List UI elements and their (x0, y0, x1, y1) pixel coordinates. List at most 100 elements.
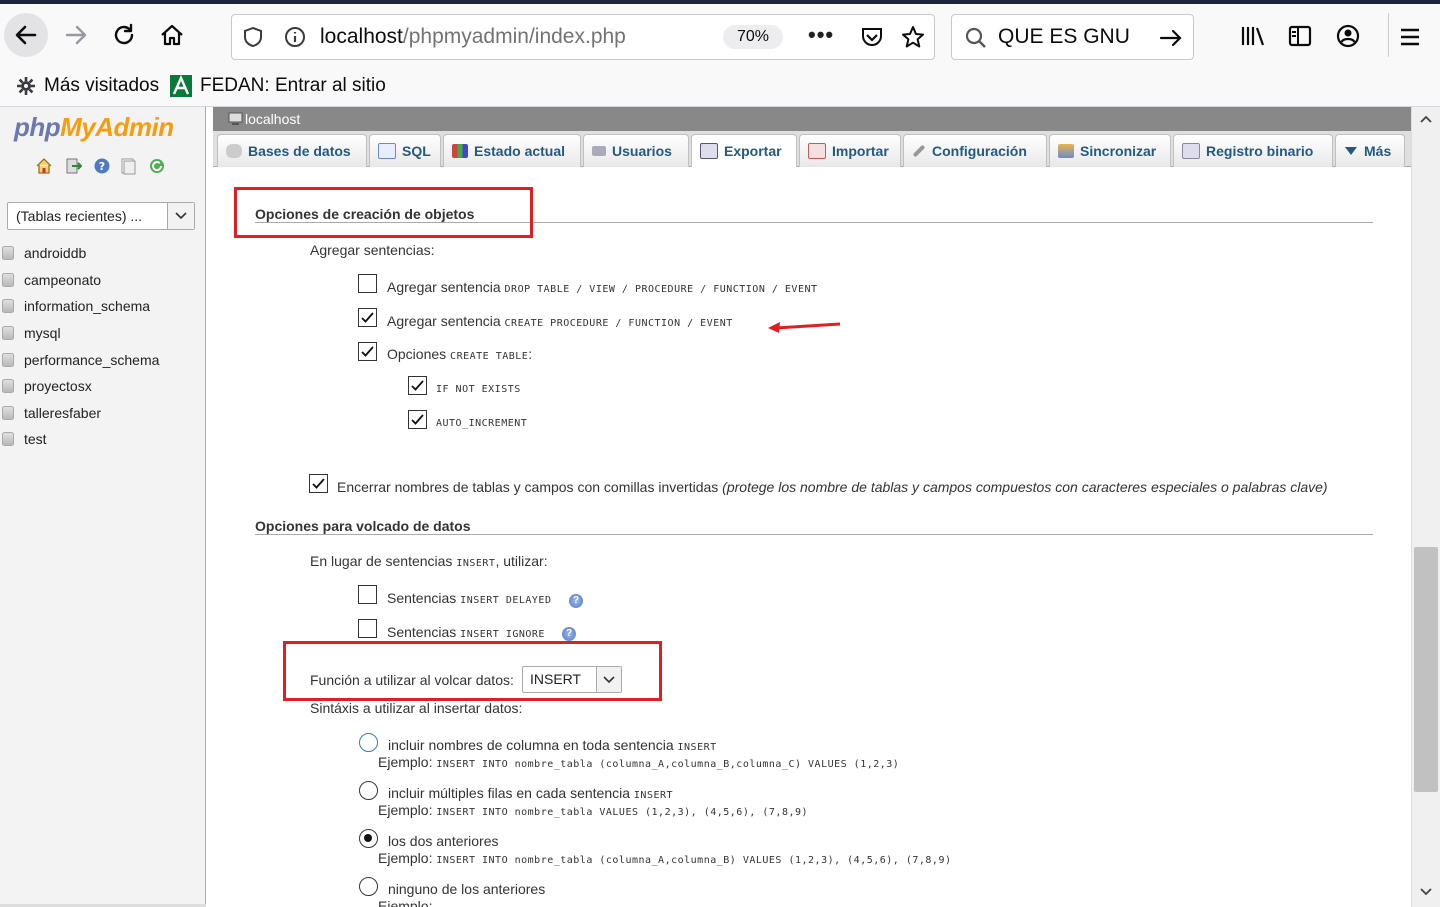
logout-icon[interactable] (64, 157, 82, 175)
syntax-option-label[interactable]: incluir múltiples filas en cada sentenci… (388, 785, 673, 801)
syntax-option-label[interactable]: ninguno de los anteriores (388, 881, 545, 897)
db-item-androiddb[interactable]: androiddb (2, 242, 86, 264)
tab-label: Importar (832, 143, 889, 159)
tracking-shield-icon[interactable] (242, 26, 264, 48)
home-button[interactable] (150, 13, 194, 57)
scroll-up-icon[interactable] (1420, 115, 1432, 123)
db-name[interactable]: proyectosx (24, 378, 92, 394)
backquotes-checkbox[interactable] (309, 474, 328, 493)
tab-usuarios[interactable]: Usuarios (583, 134, 689, 167)
auto-increment-label[interactable]: AUTO_INCREMENT (436, 418, 527, 429)
syntax-radio-none[interactable] (359, 877, 378, 896)
zoom-indicator[interactable]: 70% (723, 25, 783, 49)
hamburger-menu-icon[interactable] (1398, 26, 1422, 48)
site-info-icon[interactable] (284, 26, 306, 48)
bookmark-star-icon[interactable] (901, 25, 925, 49)
syntax-option-label[interactable]: incluir nombres de columna en toda sente… (388, 737, 717, 753)
reload-navigation-icon[interactable] (148, 157, 166, 175)
search-go-arrow-icon[interactable] (1158, 26, 1184, 50)
phpmyadmin-logo[interactable]: phpMyAdmin (14, 112, 174, 143)
database-icon (2, 273, 14, 287)
tab-importar[interactable]: Importar (799, 134, 901, 167)
scrollbar-thumb[interactable] (1414, 547, 1438, 792)
home-icon[interactable] (35, 157, 53, 175)
db-item-campeonato[interactable]: campeonato (2, 269, 101, 291)
db-name[interactable]: mysql (24, 325, 61, 341)
syntax-radio-column-names[interactable] (359, 733, 378, 752)
bookmark-fedan[interactable]: FEDAN: Entrar al sitio (170, 66, 386, 106)
syntax-example: Ejemplo: (378, 898, 433, 907)
if-not-exists-label[interactable]: IF NOT EXISTS (436, 384, 521, 395)
db-name[interactable]: performance_schema (24, 352, 159, 368)
insert-delayed-checkbox[interactable] (358, 585, 377, 604)
account-icon[interactable] (1336, 24, 1360, 48)
auto-increment-checkbox[interactable] (408, 410, 427, 429)
drop-table-label[interactable]: Agregar sentencia DROP TABLE / VIEW / PR… (387, 279, 818, 295)
db-name[interactable]: androiddb (24, 245, 86, 261)
db-item-proyectosx[interactable]: proyectosx (2, 375, 92, 397)
insert-delayed-label[interactable]: Sentencias INSERT DELAYED (387, 590, 551, 606)
page-scrollbar[interactable] (1411, 107, 1440, 907)
db-item-information-schema[interactable]: information_schema (2, 295, 150, 317)
db-item-talleresfaber[interactable]: talleresfaber (2, 402, 101, 424)
back-button[interactable] (4, 13, 48, 57)
help-icon[interactable]: ? (93, 157, 111, 175)
db-item-test[interactable]: test (2, 428, 47, 450)
tab-registro-binario[interactable]: Registro binario (1173, 134, 1333, 167)
create-table-options-label[interactable]: Opciones CREATE TABLE: (387, 346, 532, 362)
bookmark-mas-visitados[interactable]: Más visitados (16, 66, 159, 106)
radio-selected-dot (364, 834, 372, 842)
if-not-exists-checkbox[interactable] (408, 376, 427, 395)
help-icon[interactable]: ? (562, 627, 576, 641)
server-icon (228, 112, 243, 125)
docs-icon[interactable] (119, 157, 137, 175)
insert-ignore-label[interactable]: Sentencias INSERT IGNORE (387, 624, 545, 640)
create-table-options-checkbox[interactable] (358, 342, 377, 361)
sidebar-toggle-icon[interactable] (1288, 24, 1312, 48)
tab-estado-actual[interactable]: Estado actual (443, 134, 581, 167)
create-procedure-checkbox[interactable] (358, 308, 377, 327)
help-icon[interactable]: ? (569, 594, 583, 608)
insert-ignore-checkbox[interactable] (358, 619, 377, 638)
db-name[interactable]: information_schema (24, 298, 150, 314)
forward-button[interactable] (54, 13, 98, 57)
tab-exportar[interactable]: Exportar (691, 134, 797, 167)
label-text: Opciones (387, 346, 447, 362)
db-item-mysql[interactable]: mysql (2, 322, 61, 344)
tab-mas[interactable]: Más (1335, 134, 1405, 167)
backquotes-label[interactable]: Encerrar nombres de tablas y campos con … (337, 479, 1328, 495)
db-name[interactable]: campeonato (24, 272, 101, 288)
tab-sincronizar[interactable]: Sincronizar (1049, 134, 1171, 167)
logo-myadmin: MyAdmin (60, 112, 174, 142)
create-procedure-label[interactable]: Agregar sentencia CREATE PROCEDURE / FUN… (387, 313, 733, 329)
recent-tables-value: (Tablas recientes) ... (16, 208, 143, 224)
db-name[interactable]: talleresfaber (24, 405, 101, 421)
tab-configuracion[interactable]: Configuración (903, 134, 1047, 167)
search-bar[interactable]: QUE ES GNU (951, 14, 1194, 60)
label-code: CREATE PROCEDURE / FUNCTION / EVENT (504, 318, 733, 329)
syntax-radio-both[interactable] (359, 829, 378, 848)
db-name[interactable]: test (24, 431, 47, 447)
library-icon[interactable] (1240, 24, 1266, 48)
example-code: INSERT INTO nombre_tabla VALUES (1,2,3),… (436, 807, 809, 818)
url-text[interactable]: localhost/phpmyadmin/index.php?db=cam (320, 15, 625, 59)
syntax-example: Ejemplo: INSERT INTO nombre_tabla (colum… (378, 850, 951, 866)
syntax-option-label[interactable]: los dos anteriores (388, 833, 499, 849)
checkmark-icon (312, 478, 325, 489)
tab-label: Sincronizar (1080, 143, 1157, 159)
reload-button[interactable] (102, 13, 146, 57)
chevron-down-icon[interactable] (167, 203, 194, 229)
url-bar[interactable]: localhost/phpmyadmin/index.php?db=cam 70… (231, 14, 935, 60)
label-text: Agregar sentencia (387, 279, 501, 295)
pocket-icon[interactable] (860, 26, 884, 48)
page-actions-icon[interactable]: ••• (808, 15, 834, 59)
drop-table-checkbox[interactable] (358, 274, 377, 293)
db-item-performance-schema[interactable]: performance_schema (2, 349, 159, 371)
server-link[interactable]: localhost (245, 107, 300, 131)
label-text: incluir múltiples filas en cada sentenci… (388, 785, 631, 801)
scroll-down-icon[interactable] (1420, 888, 1432, 896)
tab-bases-de-datos[interactable]: Bases de datos (217, 134, 367, 167)
syntax-radio-multiple-rows[interactable] (359, 781, 378, 800)
recent-tables-select[interactable]: (Tablas recientes) ... (7, 202, 195, 230)
tab-sql[interactable]: SQL (369, 134, 441, 167)
